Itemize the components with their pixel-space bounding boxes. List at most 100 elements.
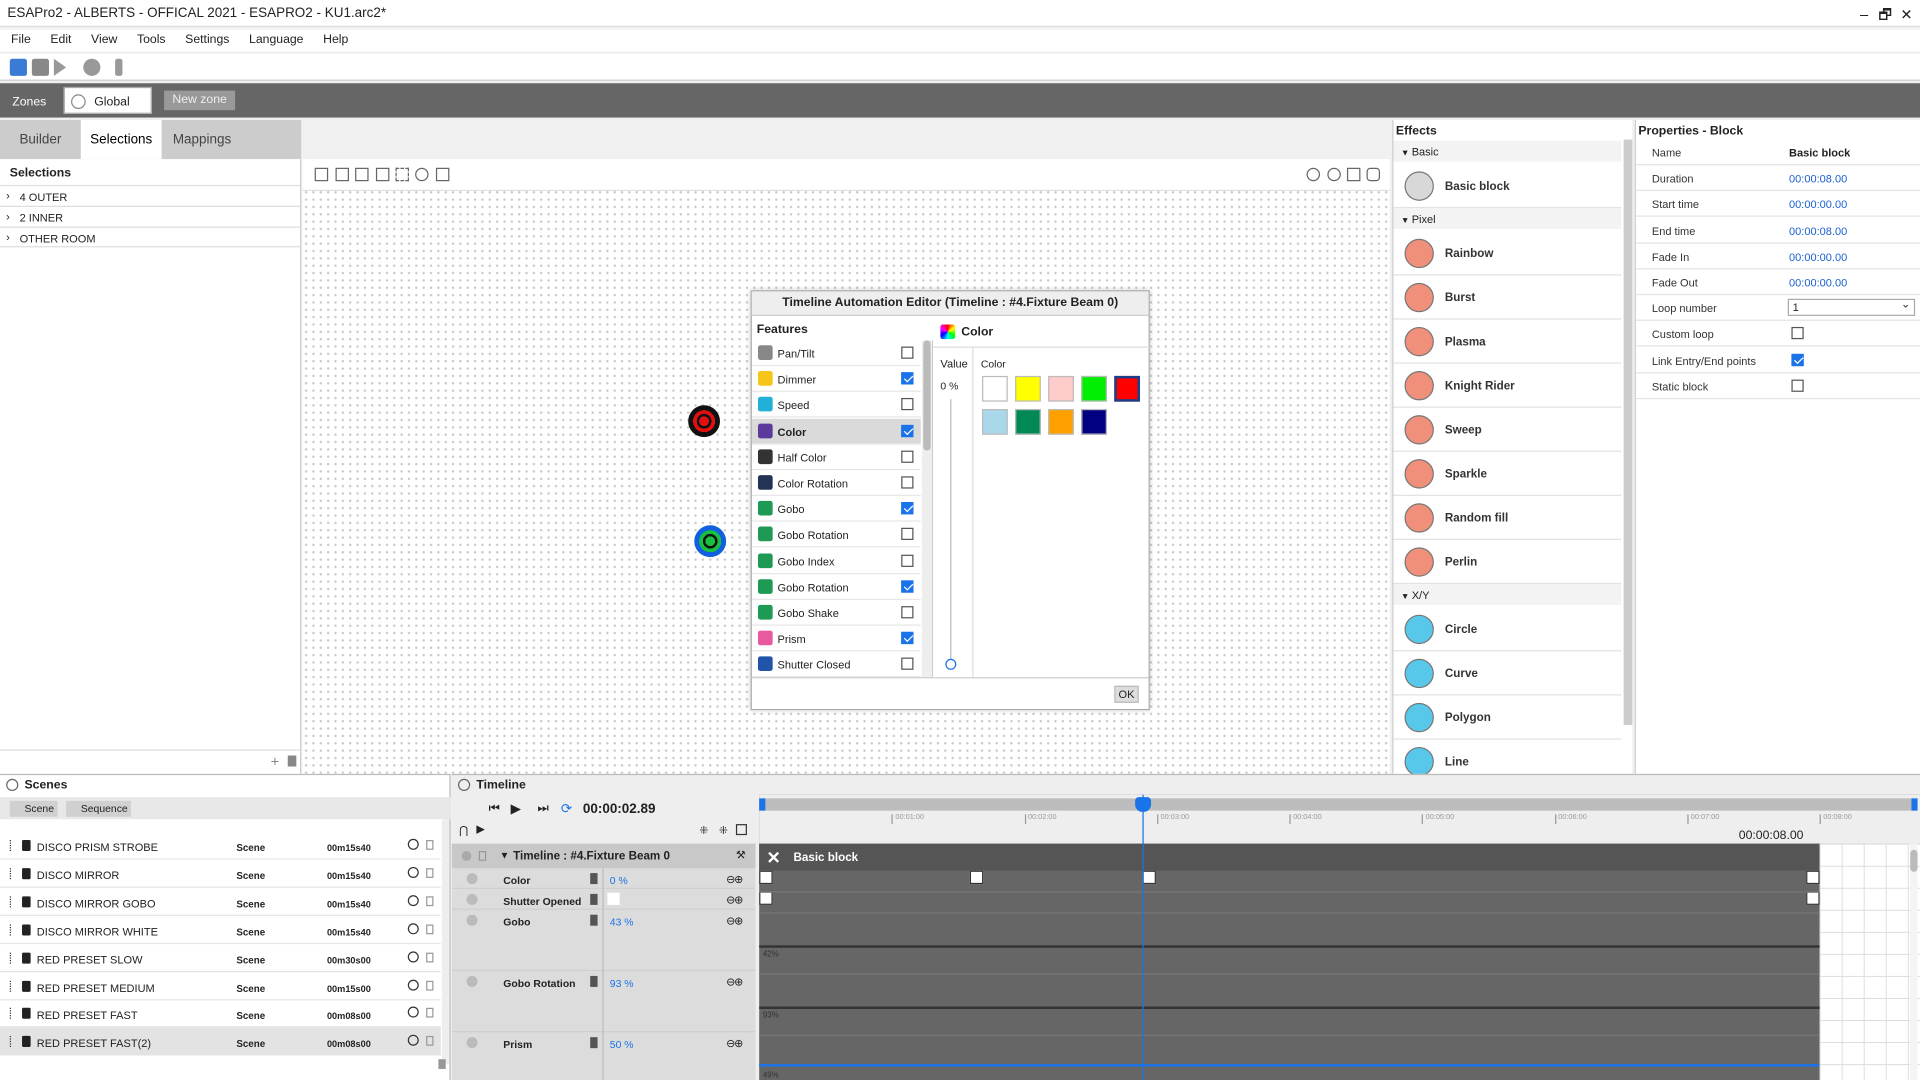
feature-item[interactable]: Gobo Rotation <box>751 574 921 600</box>
automation-line[interactable] <box>759 1006 1820 1009</box>
trash-icon[interactable] <box>590 914 598 926</box>
property-value[interactable]: 00:00:00.00 <box>1789 277 1847 289</box>
feature-checkbox[interactable] <box>901 632 914 645</box>
device-icon[interactable] <box>83 58 101 76</box>
trash-icon[interactable] <box>590 1037 598 1049</box>
minus-plus-icon[interactable]: ⊖⊕ <box>726 915 743 928</box>
effect-item[interactable]: Plasma <box>1393 320 1622 364</box>
timeline-vscroll[interactable] <box>1910 843 1918 1080</box>
scene-row[interactable]: DISCO MIRROR WHITE Scene 00m15s40 <box>0 916 441 944</box>
menu-language[interactable]: Language <box>238 29 312 46</box>
lock-icon[interactable] <box>426 868 434 878</box>
eye-icon[interactable] <box>466 873 478 885</box>
value-slider-track[interactable] <box>950 399 952 662</box>
trash-icon[interactable] <box>590 975 598 987</box>
feature-checkbox[interactable] <box>901 346 914 359</box>
menu-view[interactable]: View <box>80 29 126 46</box>
keyframe[interactable] <box>1806 891 1820 905</box>
track-value[interactable]: 0 % <box>610 874 628 886</box>
minus-plus-icon[interactable]: ⊖⊕ <box>726 976 743 989</box>
lock-icon[interactable] <box>426 980 434 991</box>
scene-row[interactable]: DISCO MIRROR Scene 00m15s40 <box>0 859 441 888</box>
zoom-out-icon[interactable] <box>1327 167 1341 182</box>
property-checkbox[interactable] <box>1791 353 1804 366</box>
drag-handle-icon[interactable] <box>9 840 12 852</box>
trash-icon[interactable] <box>287 755 297 767</box>
feature-item[interactable]: Gobo Index <box>751 548 921 574</box>
drag-handle-icon[interactable] <box>9 980 12 992</box>
feature-item[interactable]: Pan/Tilt <box>751 340 921 367</box>
feature-checkbox[interactable] <box>901 372 914 385</box>
features-scrollbar[interactable] <box>922 340 932 678</box>
feature-item[interactable]: Shutter Closed <box>751 652 921 678</box>
tab-scene[interactable]: Scene <box>9 800 58 817</box>
tab-mappings[interactable]: Mappings <box>162 120 243 159</box>
effect-item[interactable]: Polygon <box>1393 696 1622 740</box>
feature-checkbox[interactable] <box>901 398 914 411</box>
effect-item[interactable]: Random fill <box>1393 496 1622 541</box>
color-swatch[interactable] <box>1015 375 1041 402</box>
add-track-icon[interactable]: ⁜ <box>699 824 708 837</box>
lasso-icon[interactable] <box>415 167 429 182</box>
color-swatch[interactable] <box>1114 375 1141 402</box>
zone-tab-global[interactable]: Global <box>63 86 152 114</box>
add-icon[interactable]: + <box>271 753 280 770</box>
eye-icon[interactable] <box>466 1037 478 1049</box>
timeline-ruler[interactable]: 00:00:08.00 00:01:00 00:02:00 00:03:00 00:0… <box>759 794 1920 844</box>
feature-checkbox[interactable] <box>901 476 914 489</box>
network-icon[interactable] <box>407 1035 419 1047</box>
playhead[interactable] <box>1134 794 1151 1080</box>
drag-handle-icon[interactable] <box>9 1008 12 1020</box>
polygon-select-icon[interactable] <box>435 167 450 182</box>
feature-item[interactable]: Dimmer <box>751 366 921 393</box>
skip-back-icon[interactable]: ⏮ <box>489 802 500 815</box>
keyframe[interactable] <box>1142 870 1156 885</box>
selection-item[interactable]: › 2 INNER <box>0 205 302 227</box>
collapse-icon[interactable]: ▼ <box>1401 217 1412 226</box>
minus-plus-icon[interactable]: ⊖⊕ <box>726 1037 743 1050</box>
rect-select-icon[interactable] <box>395 167 409 182</box>
chevron-right-icon[interactable]: › <box>6 190 10 202</box>
menu-settings[interactable]: Settings <box>174 29 238 46</box>
lock-icon[interactable] <box>426 952 434 962</box>
feature-item[interactable]: Half Color <box>751 444 921 470</box>
shutter-toggle[interactable] <box>607 892 620 905</box>
feature-item[interactable]: Gobo Rotation <box>751 522 921 548</box>
color-swatch[interactable] <box>982 375 1008 402</box>
drag-handle-icon[interactable] <box>9 868 12 880</box>
play-icon[interactable]: ▶ <box>511 801 521 817</box>
feature-item[interactable]: Prism <box>751 626 921 652</box>
feature-checkbox[interactable] <box>901 450 914 463</box>
scenes-scrollbar[interactable] <box>442 819 450 1065</box>
trash-icon[interactable] <box>438 1059 446 1069</box>
lock-icon[interactable] <box>426 1008 434 1019</box>
loop-icon[interactable]: ⟳ <box>561 801 572 817</box>
close-icon[interactable]: ✕ <box>1898 6 1915 23</box>
feature-checkbox[interactable] <box>901 554 914 567</box>
drag-handle-icon[interactable] <box>9 952 12 964</box>
drag-handle-icon[interactable] <box>9 1036 12 1048</box>
minus-plus-icon[interactable]: ⊖⊕ <box>726 873 743 886</box>
trash-icon[interactable] <box>590 873 598 885</box>
menu-edit[interactable]: Edit <box>39 29 80 46</box>
scene-row[interactable]: RED PRESET MEDIUM Scene 00m15s00 <box>0 972 441 1000</box>
feature-checkbox[interactable] <box>901 528 914 541</box>
tools-icon[interactable]: ⚒ <box>736 849 746 862</box>
property-value[interactable]: 00:00:00.00 <box>1789 251 1847 263</box>
menu-help[interactable]: Help <box>312 29 357 46</box>
automation-line[interactable] <box>759 945 1820 948</box>
feature-item[interactable]: Color Rotation <box>751 470 921 496</box>
track-value[interactable]: 93 % <box>610 977 634 989</box>
fit-icon[interactable] <box>1346 167 1361 182</box>
track-options-icon[interactable]: ⁜ <box>719 824 728 837</box>
basic-block[interactable]: ✕ Basic block <box>759 843 1820 871</box>
lock-icon[interactable] <box>426 1036 434 1047</box>
property-checkbox[interactable] <box>1791 379 1804 392</box>
effect-item[interactable]: Sparkle <box>1393 452 1622 496</box>
eye-icon[interactable] <box>466 914 478 926</box>
drag-handle-icon[interactable] <box>9 924 12 936</box>
track-value[interactable]: 43 % <box>610 916 634 928</box>
effect-item[interactable]: Knight Rider <box>1393 364 1622 408</box>
minimize-icon[interactable]: ‒ <box>1856 6 1873 23</box>
color-swatch[interactable] <box>1081 375 1107 402</box>
